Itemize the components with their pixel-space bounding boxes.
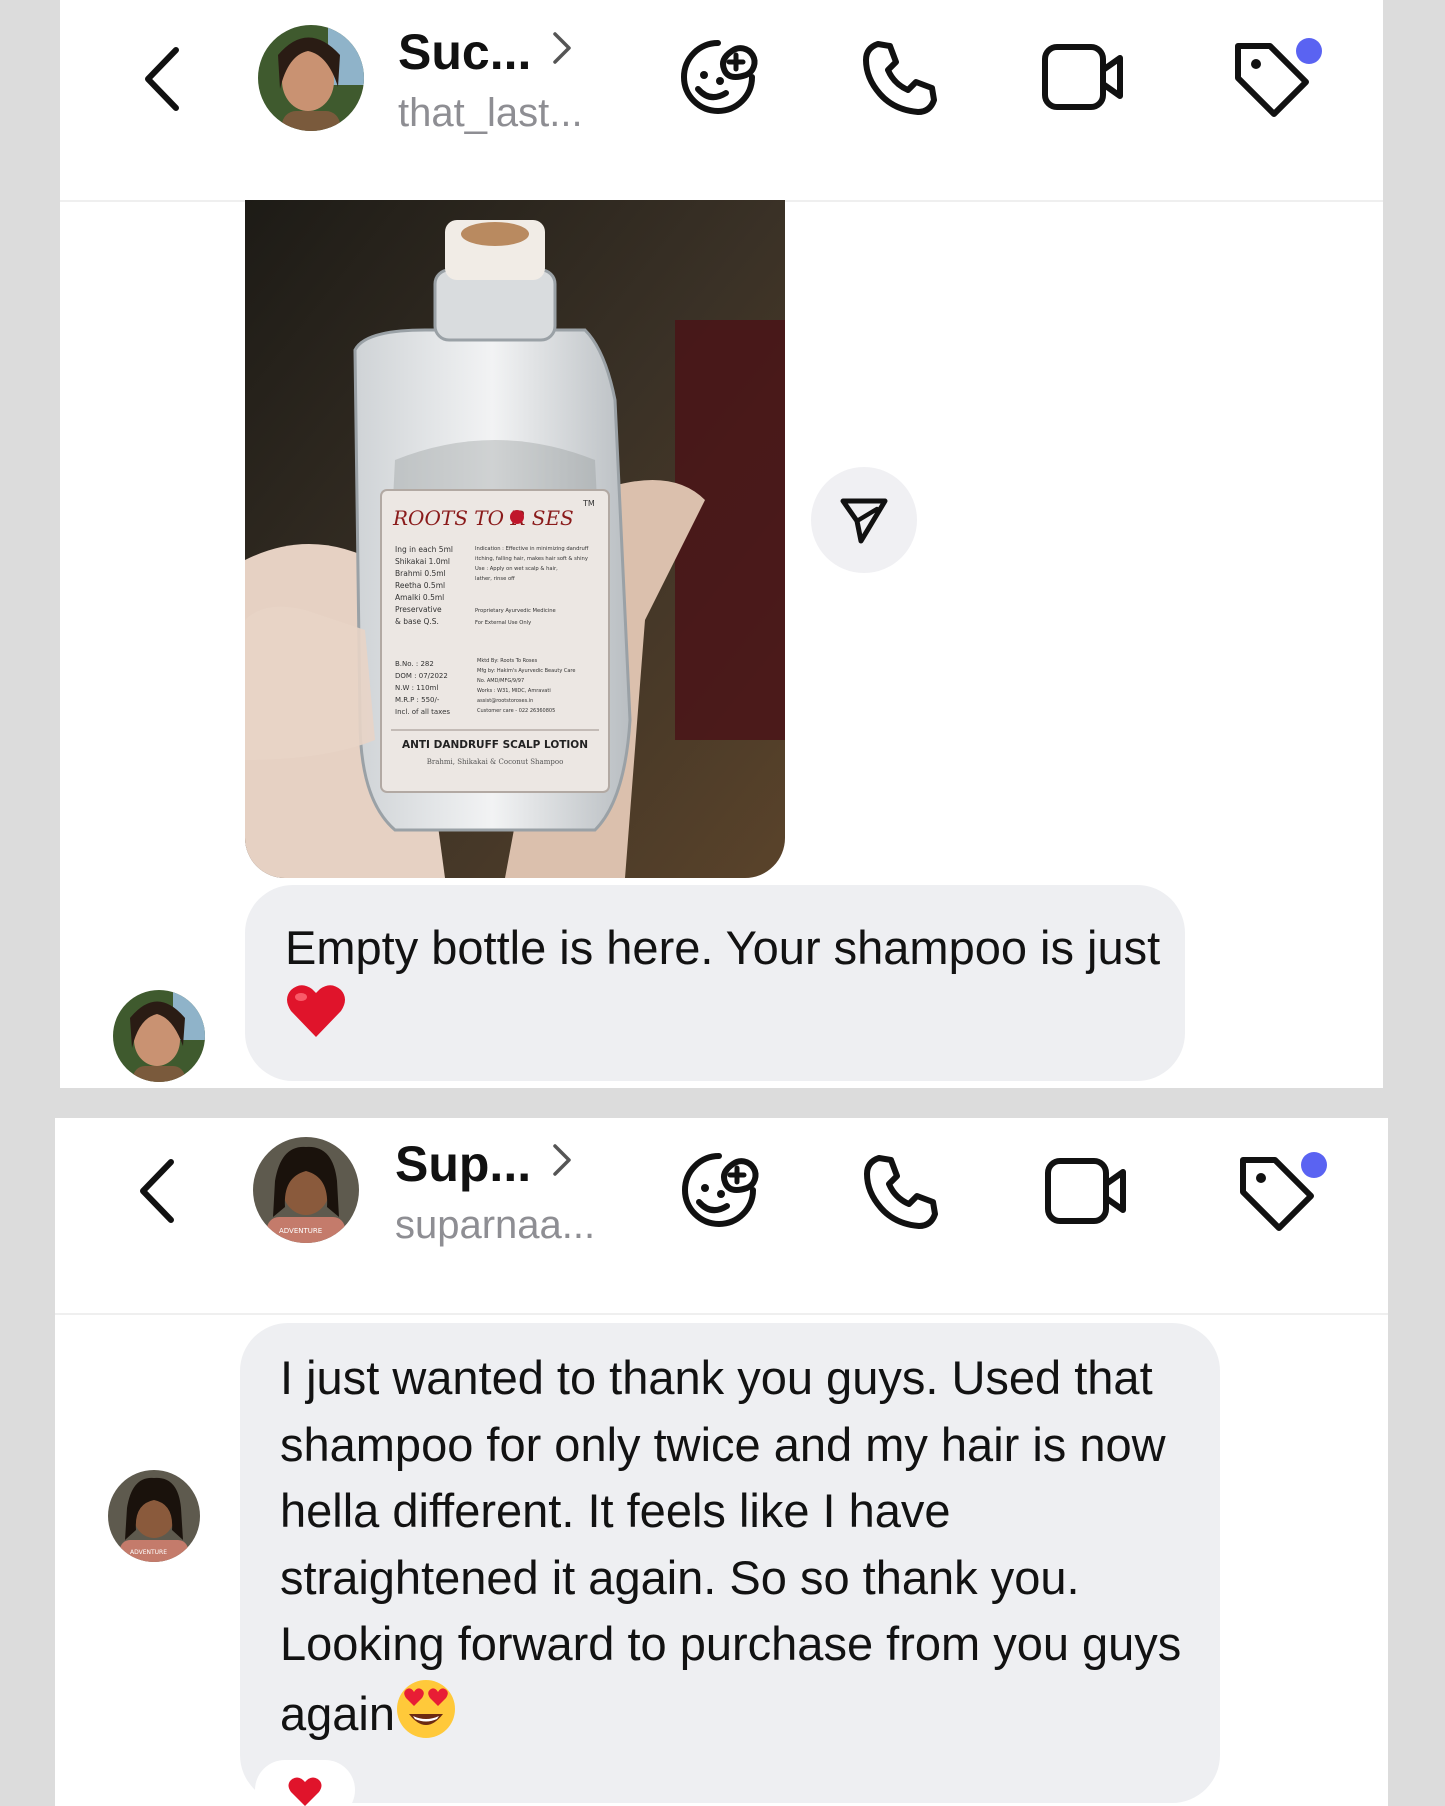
sparkle-face-plus-icon — [682, 1153, 759, 1227]
video-camera-icon — [1042, 44, 1123, 110]
svg-text:Shikakai 1.0ml: Shikakai 1.0ml — [395, 557, 450, 566]
svg-text:Amalki 0.5ml: Amalki 0.5ml — [395, 593, 444, 602]
sparkle-face-plus-icon — [681, 40, 758, 114]
message-text: Empty bottle is here. Your shampoo is ju… — [285, 921, 1161, 974]
svg-text:DOM : 07/2022: DOM : 07/2022 — [395, 672, 448, 680]
chevron-right-icon — [551, 30, 573, 71]
svg-text:& base Q.S.: & base Q.S. — [395, 617, 439, 626]
message-bubble[interactable]: I just wanted to thank you guys. Used th… — [240, 1323, 1220, 1803]
avatar[interactable] — [258, 25, 364, 131]
notification-dot — [1301, 1152, 1327, 1178]
chevron-right-icon — [551, 1142, 573, 1183]
call-button[interactable] — [860, 38, 940, 118]
svg-text:M.R.P : 550/-: M.R.P : 550/- — [395, 696, 440, 704]
label-product-sub: Brahmi, Shikakai & Coconut Shampoo — [427, 758, 564, 766]
conversation-panel-1: Suc... that_last... ROOTS TO R SES TM In… — [60, 0, 1383, 1088]
svg-text:No. AMD/MFG/9/97: No. AMD/MFG/9/97 — [477, 678, 524, 684]
chevron-left-icon — [145, 47, 179, 111]
phone-icon — [864, 1155, 938, 1229]
contact-title[interactable]: Sup... suparnaa... — [395, 1134, 595, 1250]
svg-text:For External Use Only: For External Use Only — [475, 620, 531, 626]
contact-name: Sup... — [395, 1136, 532, 1192]
phone-icon — [863, 41, 937, 115]
svg-text:Use : Apply on wet scalp & hai: Use : Apply on wet scalp & hair, — [475, 566, 558, 572]
svg-text:lather, rinse off: lather, rinse off — [475, 576, 515, 582]
svg-text:Indication : Effective in mini: Indication : Effective in minimizing dan… — [475, 546, 589, 552]
svg-text:Customer care - 022 26360805: Customer care - 022 26360805 — [477, 708, 555, 714]
heart-reaction-icon — [288, 1777, 322, 1806]
contact-handle: suparnaa... — [395, 1203, 596, 1247]
rose-icon — [510, 510, 524, 524]
chat-header: ADVENTURE Sup... suparnaa... — [55, 1118, 1388, 1315]
conversation-panel-2: ADVENTURE Sup... suparnaa... I just want… — [55, 1118, 1388, 1806]
svg-text:assist@rootstoroses.in: assist@rootstoroses.in — [477, 698, 533, 704]
shared-photo[interactable]: ROOTS TO R SES TM Ing in each 5ml Shikak… — [245, 200, 785, 878]
sender-avatar[interactable] — [113, 990, 205, 1082]
back-button[interactable] — [135, 1156, 181, 1226]
video-call-button[interactable] — [1040, 42, 1126, 112]
label-brand: ROOTS TO R SES — [392, 506, 574, 530]
heart-eyes-emoji-icon — [395, 1678, 457, 1758]
contact-name: Suc... — [398, 24, 532, 80]
message-bubble[interactable]: Empty bottle is here. Your shampoo is ju… — [245, 885, 1185, 1081]
message-reaction[interactable] — [255, 1760, 355, 1806]
effects-button[interactable] — [676, 35, 760, 119]
svg-text:ADVENTURE: ADVENTURE — [279, 1227, 322, 1235]
heart-emoji-icon — [285, 981, 347, 1058]
sender-avatar[interactable]: ADVENTURE — [108, 1470, 200, 1562]
notification-dot — [1296, 38, 1322, 64]
effects-button[interactable] — [677, 1148, 761, 1232]
svg-text:Proprietary Ayurvedic Medicine: Proprietary Ayurvedic Medicine — [475, 608, 556, 614]
chat-header: Suc... that_last... — [60, 0, 1383, 202]
contact-handle: that_last... — [398, 91, 583, 135]
video-camera-icon — [1045, 1158, 1126, 1224]
svg-text:B.No. : 282: B.No. : 282 — [395, 660, 434, 668]
svg-text:Mktd By: Roots To Roses: Mktd By: Roots To Roses — [477, 658, 538, 664]
svg-text:N.W : 110ml: N.W : 110ml — [395, 684, 438, 692]
svg-text:ADVENTURE: ADVENTURE — [130, 1549, 167, 1556]
svg-text:Works : W31, MIDC, Amravati: Works : W31, MIDC, Amravati — [477, 688, 551, 694]
svg-text:Ing in each 5ml: Ing in each 5ml — [395, 545, 453, 554]
svg-text:Reetha 0.5ml: Reetha 0.5ml — [395, 581, 445, 590]
label-product-name: ANTI DANDRUFF SCALP LOTION — [402, 739, 588, 751]
back-button[interactable] — [140, 44, 186, 114]
svg-text:Preservative: Preservative — [395, 605, 442, 614]
message-content: Empty bottle is here. Your shampoo is ju… — [285, 915, 1165, 1058]
svg-text:Incl. of all taxes: Incl. of all taxes — [395, 708, 450, 716]
message-content: I just wanted to thank you guys. Used th… — [280, 1345, 1220, 1757]
chevron-left-icon — [140, 1159, 174, 1223]
label-tm: TM — [582, 499, 595, 508]
share-button[interactable] — [811, 467, 917, 573]
call-button[interactable] — [861, 1152, 941, 1232]
contact-title[interactable]: Suc... that_last... — [398, 22, 583, 138]
video-call-button[interactable] — [1043, 1156, 1129, 1226]
avatar[interactable]: ADVENTURE — [253, 1137, 359, 1243]
svg-text:Brahmi 0.5ml: Brahmi 0.5ml — [395, 569, 446, 578]
svg-text:itching, falling hair, makes h: itching, falling hair, makes hair soft &… — [475, 556, 588, 562]
send-icon — [840, 498, 888, 544]
svg-text:Mfg by: Hakim's Ayurvedic Beau: Mfg by: Hakim's Ayurvedic Beauty Care — [477, 668, 575, 674]
